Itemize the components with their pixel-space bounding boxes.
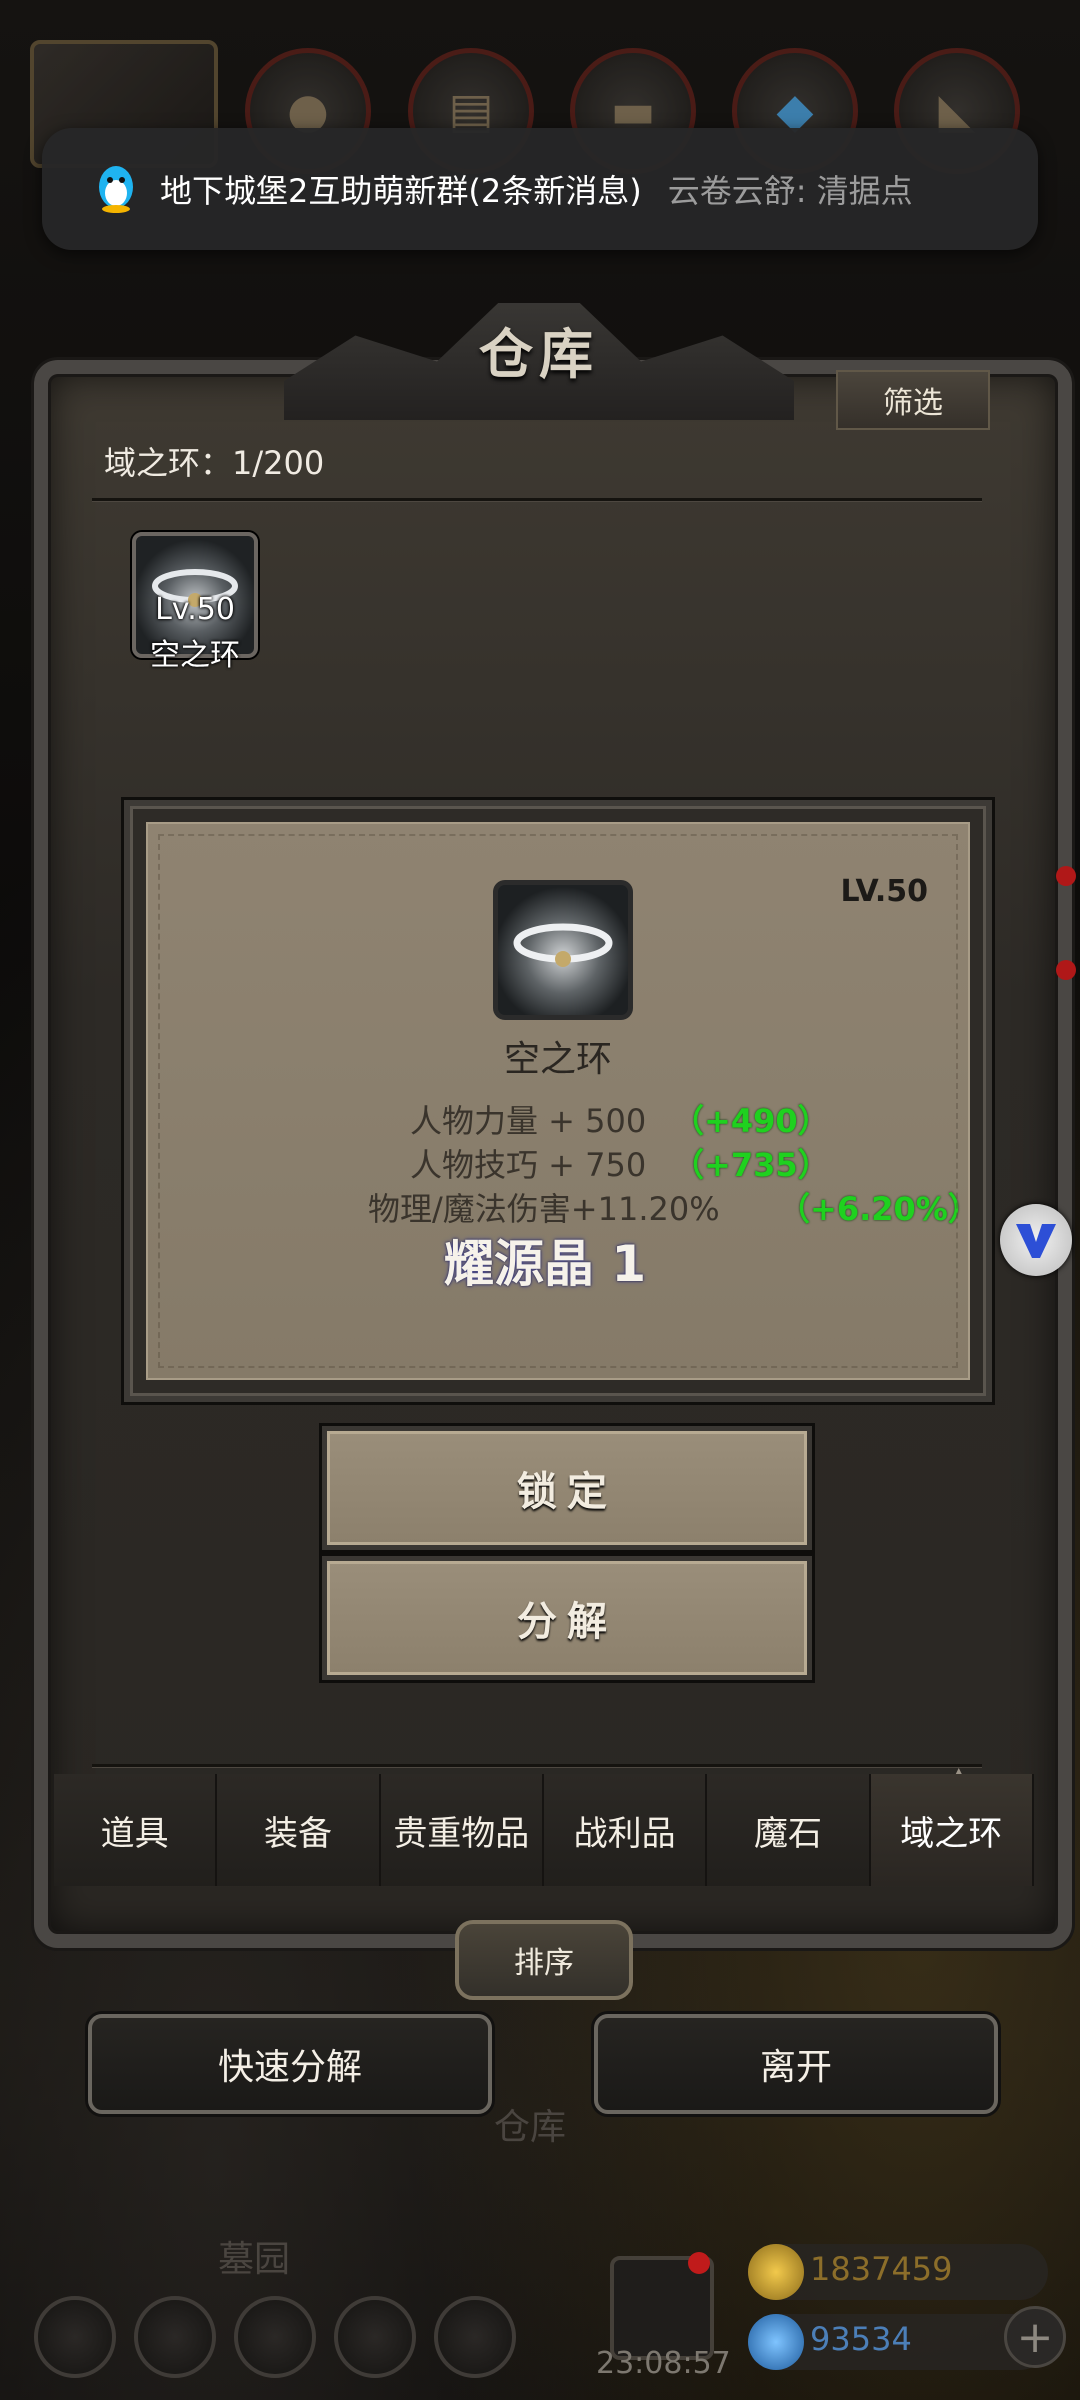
notification-banner[interactable]: 地下城堡2互助萌新群(2条新消息) 云卷云舒: 清据点	[42, 128, 1038, 250]
map-icon[interactable]	[434, 2296, 516, 2378]
stat-strength: 人物力量 + 500	[410, 1102, 647, 1140]
stat-skill-bonus: （+735）	[672, 1146, 830, 1184]
notification-dot	[688, 2252, 710, 2274]
stat-damage-bonus: （+6.20%）	[778, 1190, 980, 1228]
stat-skill: 人物技巧 + 750	[410, 1146, 647, 1184]
quick-decompose-button[interactable]: 快速分解	[88, 2014, 492, 2114]
filter-button[interactable]: 筛选	[836, 370, 990, 430]
item-detail-card: LV.50 空之环 人物力量 + 500 （+490） 人物技巧 + 750 （…	[124, 800, 992, 1402]
v-logo-icon	[1016, 1224, 1056, 1258]
mail-icon[interactable]	[334, 2296, 416, 2378]
guild-icon[interactable]	[234, 2296, 316, 2378]
capacity-count: 域之环：1/200	[104, 444, 325, 482]
clock: 23:08:57	[596, 2346, 731, 2381]
notification-message: 云卷云舒: 清据点	[667, 172, 913, 210]
stat-strength-bonus: （+490）	[672, 1102, 830, 1140]
tab-domain-rings[interactable]: 域之环	[870, 1774, 1034, 1886]
decompose-yield-text: 耀源晶 1	[444, 1235, 647, 1293]
item-name: 空之环	[150, 638, 240, 673]
item-level: Lv.50	[155, 592, 235, 627]
inventory-item[interactable]: Lv.50 空之环	[132, 532, 258, 712]
floating-assistant-button[interactable]	[1000, 1204, 1072, 1276]
gold-value: 1837459	[810, 2250, 953, 2288]
decompose-button[interactable]: 分解	[322, 1556, 812, 1680]
qq-penguin-icon	[99, 166, 133, 213]
gold-coin-icon	[748, 2244, 804, 2300]
alert-dot	[1056, 960, 1076, 980]
gem-value: 93534	[810, 2320, 912, 2358]
tab-magic-stones[interactable]: 魔石	[707, 1774, 871, 1886]
detail-body: LV.50 空之环 人物力量 + 500 （+490） 人物技巧 + 750 （…	[146, 822, 980, 1380]
warehouse-panel: 仓库 筛选 域之环：1/200 Lv.50 空之环 LV.50 空之环 人物力量…	[24, 290, 1072, 1948]
category-tabs: 道具 装备 贵重物品 战利品 魔石 域之环	[54, 1774, 1034, 1886]
tab-equipment[interactable]: 装备	[217, 1774, 381, 1886]
lock-button[interactable]: 锁定	[322, 1426, 812, 1550]
stat-damage: 物理/魔法伤害+11.20%	[368, 1190, 720, 1228]
leave-button[interactable]: 离开	[594, 2014, 998, 2114]
tab-loot[interactable]: 战利品	[543, 1774, 708, 1886]
tab-items[interactable]: 道具	[54, 1774, 218, 1886]
bottom-divider	[92, 1764, 982, 1767]
tab-valuables[interactable]: 贵重物品	[380, 1774, 544, 1886]
star-icon[interactable]	[134, 2296, 216, 2378]
alert-dot	[1056, 866, 1076, 886]
background-graveyard-label: 墓园	[218, 2239, 291, 2280]
gem-icon	[748, 2314, 804, 2370]
background-warehouse-label: 仓库	[494, 2107, 567, 2148]
void-ring-icon	[493, 880, 633, 1020]
detail-level: LV.50	[840, 874, 928, 909]
plus-icon[interactable]: +	[1004, 2306, 1066, 2368]
gear-icon[interactable]	[34, 2296, 116, 2378]
notification-title: 地下城堡2互助萌新群(2条新消息)	[160, 172, 642, 210]
detail-item-name: 空之环	[503, 1039, 612, 1080]
sort-button[interactable]: 排序	[455, 1920, 633, 2000]
top-divider	[92, 498, 982, 501]
